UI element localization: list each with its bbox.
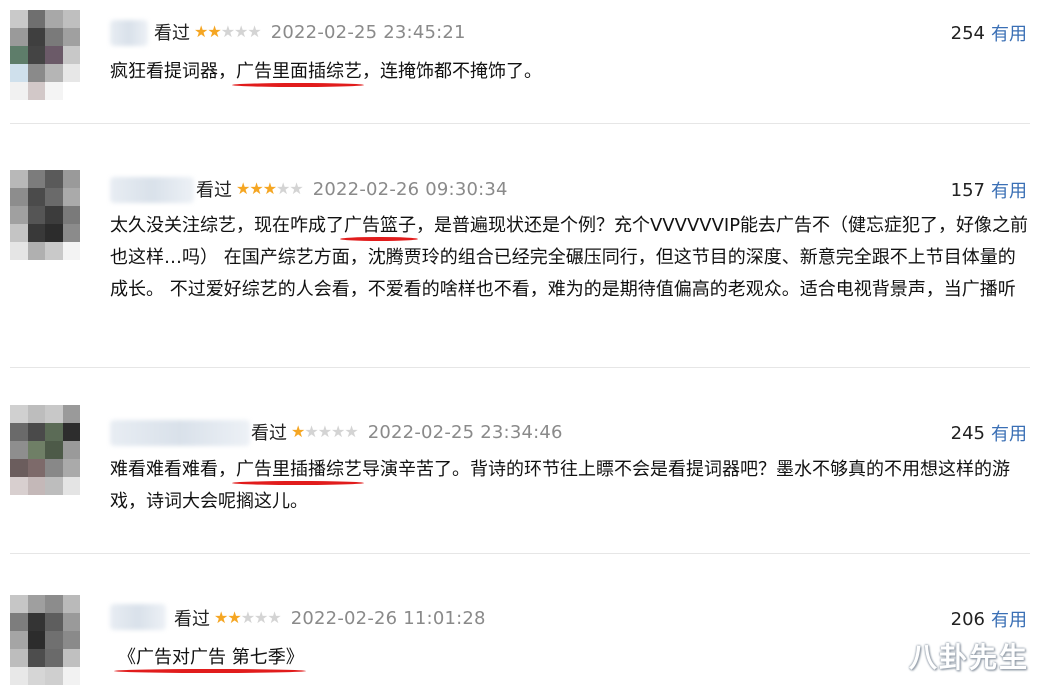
underlined-highlight: 广告里面插综艺 — [236, 61, 362, 82]
star-filled-icon: ★ — [249, 179, 263, 198]
divider — [10, 553, 1030, 554]
useful-button[interactable]: 有用 — [991, 20, 1027, 46]
username-blurred[interactable] — [110, 604, 166, 630]
comment-meta: 看过 ★ ★ ★ ★ ★ 2022-02-26 11:01:28 — [174, 604, 486, 632]
comment-timestamp: 2022-02-26 09:30:34 — [312, 178, 508, 200]
star-empty-icon: ★ — [240, 608, 255, 627]
star-empty-icon: ★ — [331, 422, 345, 441]
avatar[interactable] — [10, 595, 80, 685]
rating-stars: ★ ★ ★ ★ ★ — [236, 179, 304, 198]
comment-text-part: 太久没关注综艺，现在咋成了 — [110, 215, 344, 236]
comment-text: 太久没关注综艺，现在咋成了广告篮子，是普遍现状还是个例？充个VVVVVVIP能去… — [110, 210, 1030, 306]
username-blurred[interactable] — [110, 420, 250, 446]
star-empty-icon: ★ — [276, 179, 290, 198]
comment-text: 《广告对广告 第七季》 — [118, 642, 1038, 674]
star-filled-icon: ★ — [214, 608, 228, 627]
vote-count: 206 — [950, 608, 985, 630]
star-empty-icon: ★ — [247, 22, 261, 41]
username-blurred[interactable] — [110, 177, 194, 203]
comment-meta: 看过 ★ ★ ★ ★ ★ 2022-02-25 23:34:46 — [251, 418, 563, 446]
watch-status: 看过 — [251, 423, 287, 444]
star-empty-icon: ★ — [254, 608, 268, 627]
divider — [10, 367, 1030, 368]
vote-area: 157 有用 — [951, 177, 1027, 203]
avatar[interactable] — [10, 170, 80, 260]
vote-count: 254 — [950, 22, 985, 44]
username-blurred[interactable] — [110, 20, 148, 46]
vote-count: 245 — [950, 422, 985, 444]
comment-text-part: 疯狂看提词器， — [110, 61, 236, 82]
useful-button[interactable]: 有用 — [991, 420, 1027, 446]
star-empty-icon: ★ — [304, 422, 318, 441]
vote-area: 206 有用 — [951, 606, 1027, 632]
rating-stars: ★ ★ ★ ★ ★ — [194, 22, 262, 41]
comment-meta: 看过 ★ ★ ★ ★ ★ 2022-02-26 09:30:34 — [196, 175, 508, 203]
star-filled-icon: ★ — [262, 179, 277, 198]
comment-timestamp: 2022-02-26 11:01:28 — [290, 607, 486, 629]
avatar[interactable] — [10, 405, 80, 495]
star-filled-icon: ★ — [236, 179, 250, 198]
watermark-logo: 八卦先生 — [908, 641, 1029, 674]
underlined-highlight: 《广告对广告 第七季》 — [118, 647, 304, 668]
watch-status: 看过 — [196, 180, 232, 201]
divider — [10, 123, 1030, 124]
star-empty-icon: ★ — [289, 179, 303, 198]
star-filled-icon: ★ — [207, 22, 221, 41]
star-empty-icon: ★ — [234, 22, 248, 41]
star-empty-icon: ★ — [220, 22, 235, 41]
vote-area: 254 有用 — [951, 20, 1027, 46]
useful-button[interactable]: 有用 — [991, 177, 1027, 203]
comment-list: 看过 ★ ★ ★ ★ ★ 2022-02-25 23:45:21 254 有用 疯狂看提… — [0, 0, 1041, 690]
vote-area: 245 有用 — [951, 420, 1027, 446]
underlined-highlight: 广告篮子 — [344, 215, 416, 236]
comment-text: 疯狂看提词器，广告里面插综艺，连掩饰都不掩饰了。 — [110, 56, 1030, 88]
comment-text-part: ，连掩饰都不掩饰了。 — [362, 61, 542, 82]
rating-stars: ★ ★ ★ ★ ★ — [291, 422, 359, 441]
comment-timestamp: 2022-02-25 23:45:21 — [270, 21, 466, 43]
vote-count: 157 — [950, 179, 985, 201]
star-filled-icon: ★ — [227, 608, 241, 627]
star-filled-icon: ★ — [194, 22, 208, 41]
rating-stars: ★ ★ ★ ★ ★ — [214, 608, 282, 627]
star-empty-icon: ★ — [267, 608, 281, 627]
star-empty-icon: ★ — [317, 422, 332, 441]
comment-timestamp: 2022-02-25 23:34:46 — [367, 421, 563, 443]
comment-text-part: 难看难看难看， — [110, 459, 236, 480]
star-empty-icon: ★ — [344, 422, 358, 441]
star-filled-icon: ★ — [291, 422, 305, 441]
comment-meta: 看过 ★ ★ ★ ★ ★ 2022-02-25 23:45:21 — [154, 18, 466, 46]
avatar[interactable] — [10, 10, 80, 100]
underlined-highlight: 广告里插播综艺 — [236, 459, 362, 480]
comment-text: 难看难看难看，广告里插播综艺导演辛苦了。背诗的环节往上瞟不会是看提词器吧？墨水不… — [110, 454, 1030, 518]
watch-status: 看过 — [174, 609, 210, 630]
watch-status: 看过 — [154, 23, 190, 44]
useful-button[interactable]: 有用 — [991, 606, 1027, 632]
